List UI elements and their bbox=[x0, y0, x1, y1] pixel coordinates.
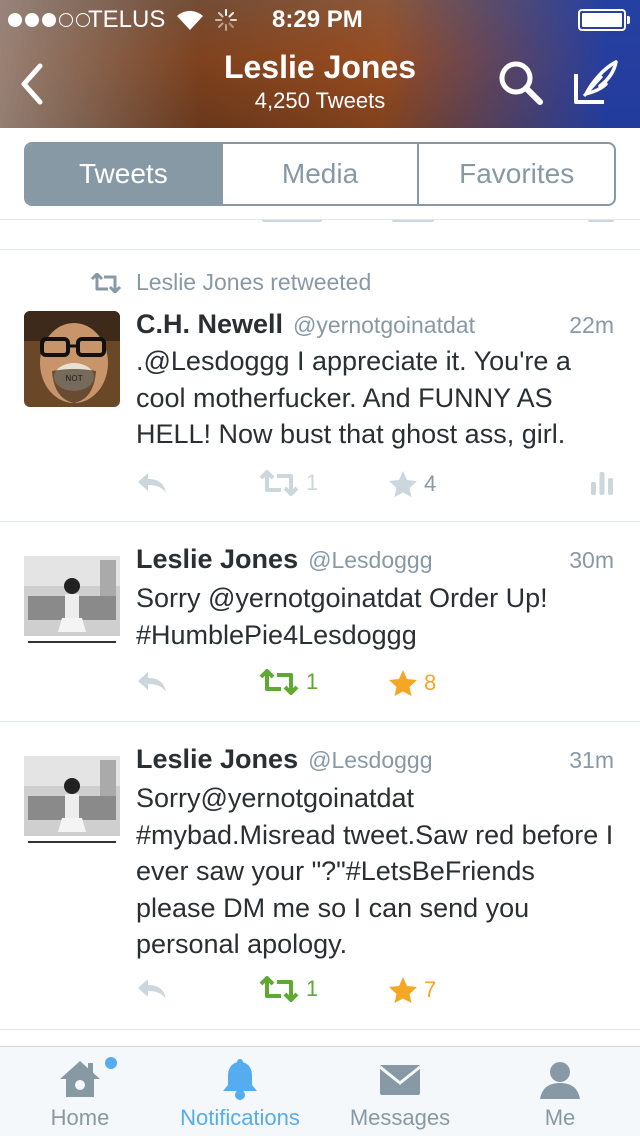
tweet-header: Leslie Jones @Lesdoggg 31m bbox=[136, 744, 614, 775]
tab-messages[interactable]: Messages bbox=[320, 1047, 480, 1136]
retweet-note: Leslie Jones retweeted bbox=[90, 269, 371, 296]
tab-me-label: Me bbox=[544, 1105, 576, 1130]
favorite-count: 8 bbox=[424, 670, 437, 695]
wifi-icon bbox=[177, 10, 203, 30]
reply-icon bbox=[138, 672, 166, 692]
reply-button[interactable] bbox=[136, 669, 168, 695]
carrier-name: TELUS bbox=[88, 6, 166, 33]
tweet-header: Leslie Jones @Lesdoggg 30m bbox=[136, 544, 614, 575]
tab-messages-label: Messages bbox=[349, 1105, 451, 1130]
tweet-timestamp: 22m bbox=[569, 312, 614, 338]
author-name[interactable]: C.H. Newell bbox=[136, 309, 283, 340]
profile-header: TELUS 8:29 PM Leslie Jones 4,250 Tweets bbox=[0, 0, 640, 128]
retweet-icon bbox=[259, 976, 299, 1002]
favorite-button[interactable]: 8 bbox=[388, 669, 436, 697]
envelope-icon bbox=[379, 1065, 421, 1095]
tweet-text: Sorry@yernotgoinatdat #mybad.Misread twe… bbox=[136, 783, 614, 959]
tweet-timestamp: 31m bbox=[569, 747, 614, 773]
battery-icon bbox=[578, 9, 630, 31]
favorite-button[interactable]: 4 bbox=[388, 470, 436, 498]
retweet-icon bbox=[90, 272, 122, 293]
tweet-actions: 1 7 bbox=[136, 976, 616, 1006]
analytics-bars-icon bbox=[591, 472, 613, 495]
retweet-count: 1 bbox=[306, 976, 319, 1001]
search-icon[interactable] bbox=[498, 60, 544, 106]
reply-button[interactable] bbox=[136, 976, 168, 1002]
profile-name: Leslie Jones bbox=[223, 49, 417, 85]
timeline-segment-area: Tweets Media Favorites bbox=[0, 128, 640, 220]
reply-icon bbox=[138, 473, 166, 493]
tab-home-label: Home bbox=[50, 1105, 110, 1130]
tab-notifications[interactable]: Notifications bbox=[160, 1047, 320, 1136]
bottom-tab-bar: Home Notifications Messages Me bbox=[0, 1046, 640, 1136]
author-name[interactable]: Leslie Jones bbox=[136, 544, 298, 575]
previous-tweet-partial bbox=[0, 220, 640, 250]
avatar[interactable] bbox=[24, 552, 120, 648]
star-icon bbox=[389, 471, 417, 497]
svg-text:NOT: NOT bbox=[65, 374, 82, 383]
author-handle[interactable]: @Lesdoggg bbox=[308, 747, 432, 774]
author-name[interactable]: Leslie Jones bbox=[136, 744, 298, 775]
tweet-text: .@Lesdoggg I appreciate it. You're a coo… bbox=[136, 346, 571, 449]
tweet-actions: 1 8 bbox=[136, 669, 616, 699]
tweet-item[interactable]: Leslie Jones @Lesdoggg 30m Sorry @yernot… bbox=[0, 522, 640, 722]
bell-icon bbox=[223, 1059, 257, 1100]
author-handle[interactable]: @yernotgoinatdat bbox=[293, 312, 475, 339]
timeline-segmented-control: Tweets Media Favorites bbox=[24, 142, 616, 206]
tab-me[interactable]: Me bbox=[480, 1047, 640, 1136]
compose-tweet-icon[interactable] bbox=[570, 58, 620, 108]
tab-media[interactable]: Media bbox=[220, 144, 418, 204]
star-icon bbox=[389, 977, 417, 1003]
activity-spinner-icon bbox=[215, 9, 237, 31]
avatar[interactable]: NOT bbox=[24, 311, 120, 407]
signal-strength-icon bbox=[8, 13, 90, 27]
author-handle[interactable]: @Lesdoggg bbox=[308, 547, 432, 574]
tweet-timestamp: 30m bbox=[569, 547, 614, 573]
favorite-count: 4 bbox=[424, 471, 437, 496]
star-icon bbox=[389, 670, 417, 696]
tab-favorites[interactable]: Favorites bbox=[417, 144, 614, 204]
tweet-count: 4,250 Tweets bbox=[254, 88, 386, 113]
retweet-icon bbox=[259, 470, 299, 496]
favorite-count: 7 bbox=[424, 977, 437, 1002]
reply-icon bbox=[138, 979, 166, 999]
retweet-button[interactable]: 1 bbox=[258, 669, 318, 695]
tab-home[interactable]: Home bbox=[0, 1047, 160, 1136]
tweet-actions: 1 4 bbox=[136, 470, 616, 500]
favorite-button[interactable]: 7 bbox=[388, 976, 436, 1004]
retweet-count: 1 bbox=[306, 669, 319, 694]
analytics-button[interactable] bbox=[590, 470, 614, 496]
retweet-button[interactable]: 1 bbox=[258, 470, 318, 496]
header-title: Leslie Jones 4,250 Tweets bbox=[0, 48, 640, 114]
status-time: 8:29 PM bbox=[272, 6, 363, 33]
home-unread-dot bbox=[105, 1057, 117, 1069]
retweet-icon bbox=[259, 669, 299, 695]
tweet-header: C.H. Newell @yernotgoinatdat 22m bbox=[136, 309, 614, 340]
status-bar: TELUS 8:29 PM bbox=[0, 0, 640, 40]
tweet-text: Sorry @yernotgoinatdat Order Up! #Humble… bbox=[136, 583, 548, 650]
avatar[interactable] bbox=[24, 752, 120, 848]
tab-notifications-label: Notifications bbox=[180, 1105, 300, 1130]
reply-button[interactable] bbox=[136, 470, 168, 496]
retweet-note-text: Leslie Jones retweeted bbox=[136, 269, 372, 295]
retweet-button[interactable]: 1 bbox=[258, 976, 318, 1002]
retweet-count: 1 bbox=[306, 470, 319, 495]
home-icon bbox=[60, 1061, 100, 1097]
profile-person-icon bbox=[540, 1062, 580, 1099]
tweet-item[interactable]: Leslie Jones @Lesdoggg 31m Sorry@yernotg… bbox=[0, 722, 640, 1030]
tab-tweets[interactable]: Tweets bbox=[26, 144, 221, 204]
tweet-item[interactable]: Leslie Jones retweeted NOT C.H. Newell @… bbox=[0, 251, 640, 522]
